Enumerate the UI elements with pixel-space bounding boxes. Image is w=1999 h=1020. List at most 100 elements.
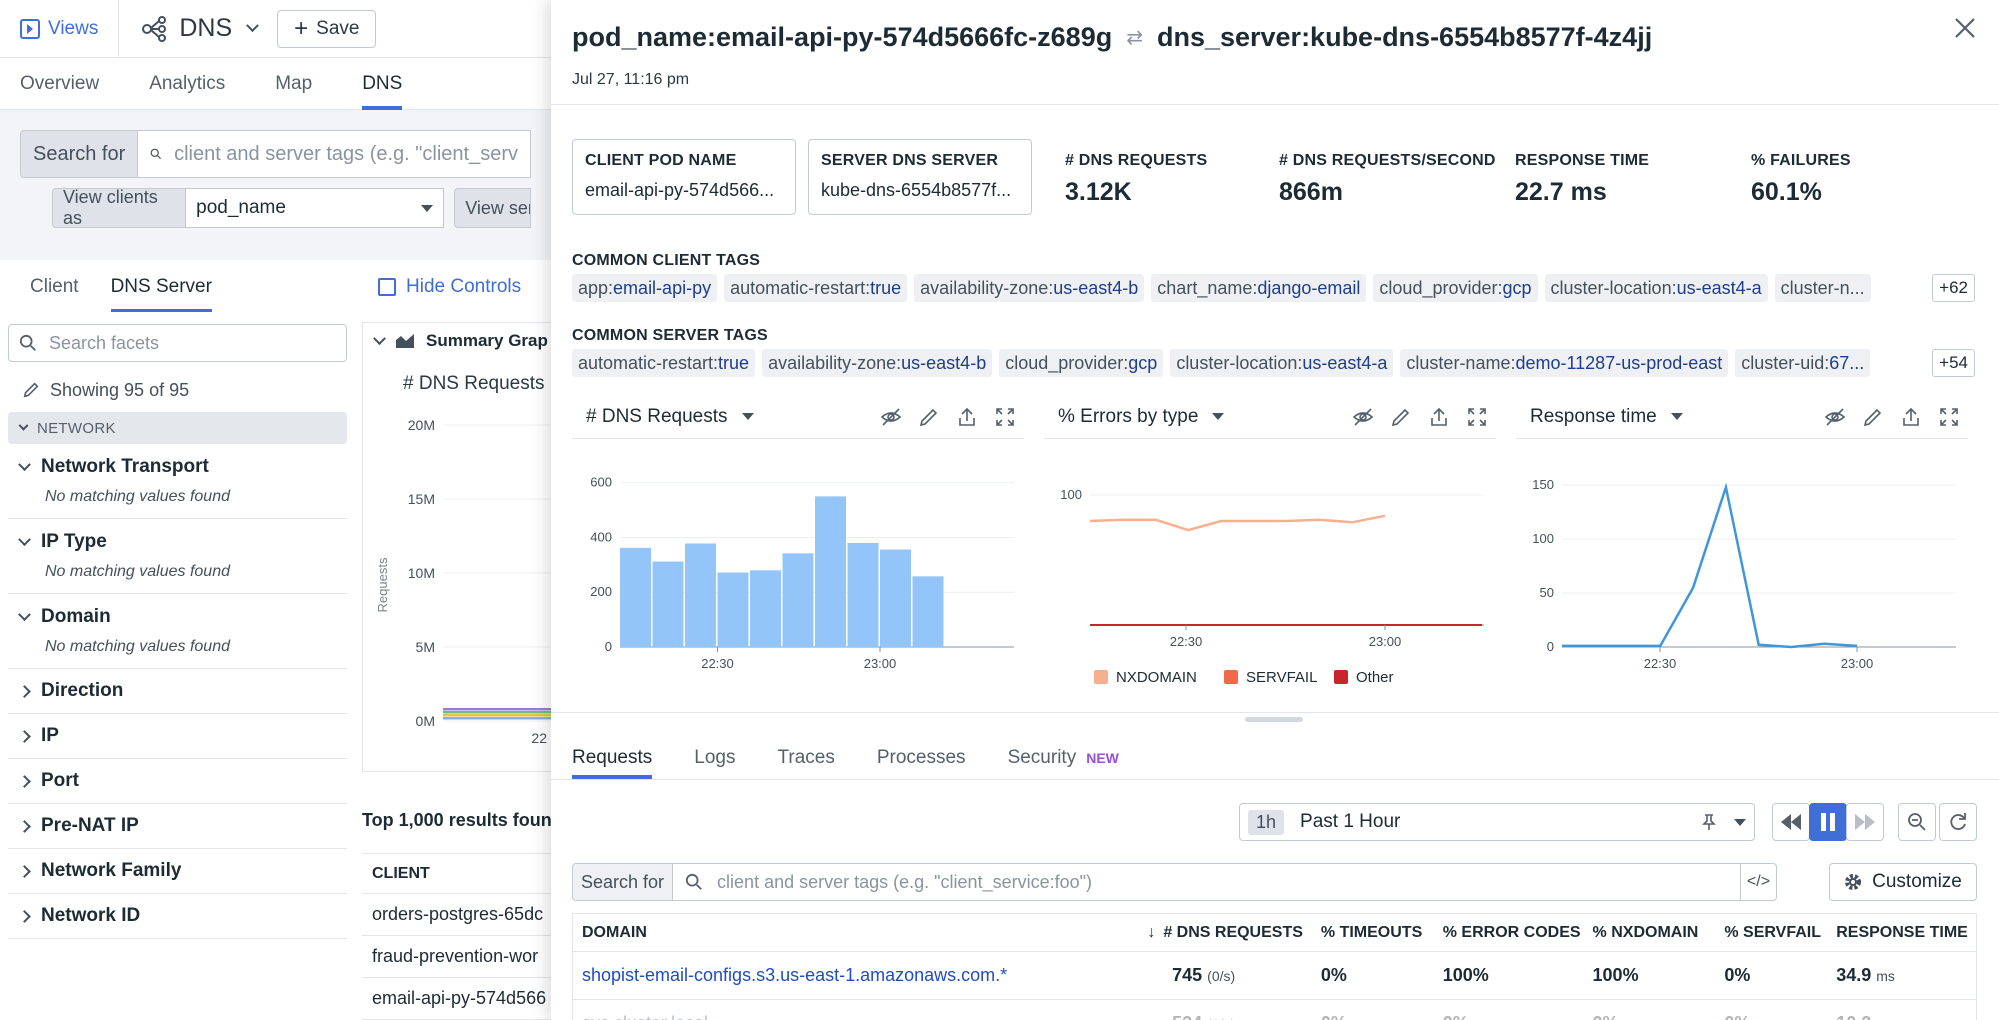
tag-chip[interactable]: availability-zone: us-east4-b: [762, 349, 993, 377]
export-icon[interactable]: [956, 406, 978, 428]
pin-icon[interactable]: [1700, 813, 1718, 831]
time-range-picker[interactable]: 1h Past 1 Hour: [1239, 803, 1755, 841]
chart-title-dropdown[interactable]: % Errors by type: [1058, 406, 1225, 428]
facet-group[interactable]: Network ID: [8, 894, 347, 939]
tag-chip[interactable]: automatic-restart: true: [572, 349, 756, 377]
tag-chip[interactable]: cluster-location: us-east4-a: [1544, 274, 1768, 302]
tab-map[interactable]: Map: [275, 58, 312, 110]
refresh-button[interactable]: [1939, 803, 1977, 841]
pencil-icon[interactable]: [22, 381, 40, 399]
caret-down-icon[interactable]: [1734, 818, 1746, 826]
code-view-icon[interactable]: </>: [1741, 863, 1777, 901]
tag-chip[interactable]: cluster-uid: 67...: [1735, 349, 1871, 377]
tab-client[interactable]: Client: [30, 262, 79, 312]
column-header[interactable]: DOMAIN: [573, 924, 1132, 942]
close-icon[interactable]: [1951, 14, 1979, 42]
bar[interactable]: [847, 542, 879, 647]
pause-button[interactable]: [1809, 803, 1847, 841]
chart-title-dropdown[interactable]: Response time: [1530, 406, 1683, 428]
facet-group[interactable]: Port: [8, 759, 347, 804]
tab-dns[interactable]: DNS: [362, 58, 403, 110]
search-input[interactable]: client and server tags (e.g. "client_ser…: [138, 130, 531, 178]
edit-pencil-icon[interactable]: [918, 406, 940, 428]
client-pod-name-box[interactable]: CLIENT POD NAME email-api-py-574d566...: [572, 139, 796, 215]
facet-header[interactable]: Domain: [18, 606, 335, 628]
client-row[interactable]: orders-postgres-65dc: [362, 894, 551, 936]
bar[interactable]: [685, 543, 716, 647]
tab-processes[interactable]: Processes: [877, 737, 966, 779]
tag-chip[interactable]: app: email-api-py: [572, 274, 718, 302]
save-button[interactable]: + Save: [277, 9, 377, 48]
view-servers-label[interactable]: View ser: [454, 188, 531, 228]
tag-chip[interactable]: chart_name: django-email: [1151, 274, 1367, 302]
column-header[interactable]: % SERVFAIL: [1715, 924, 1827, 942]
tag-chip[interactable]: cluster-location: us-east4-a: [1170, 349, 1394, 377]
table-row[interactable]: shopist-email-configs.s3.us-east-1.amazo…: [573, 952, 1976, 1000]
client-column-header[interactable]: CLIENT: [362, 854, 551, 894]
column-header[interactable]: % NXDOMAIN: [1584, 924, 1716, 942]
bar[interactable]: [815, 496, 846, 647]
fast-forward-button[interactable]: [1846, 803, 1884, 841]
column-header[interactable]: ↓ # DNS REQUESTS: [1132, 924, 1312, 942]
facet-header[interactable]: IP Type: [18, 531, 335, 553]
chart-title-dropdown[interactable]: # DNS Requests: [586, 406, 754, 428]
hide-eye-icon[interactable]: [880, 406, 902, 428]
expand-icon[interactable]: [1938, 406, 1960, 428]
bar[interactable]: [880, 549, 911, 647]
resize-handle[interactable]: [1245, 717, 1303, 722]
bar[interactable]: [717, 572, 749, 647]
client-row[interactable]: email-api-py-574d566: [362, 978, 551, 1020]
hide-eye-icon[interactable]: [1824, 406, 1846, 428]
bar[interactable]: [912, 576, 944, 647]
edit-pencil-icon[interactable]: [1862, 406, 1884, 428]
tab-analytics[interactable]: Analytics: [149, 58, 225, 110]
domain-link[interactable]: shopist-email-configs.s3.us-east-1.amazo…: [573, 965, 1132, 986]
tag-chip[interactable]: cloud_provider: gcp: [1373, 274, 1538, 302]
facet-group[interactable]: Pre-NAT IP: [8, 804, 347, 849]
bar[interactable]: [620, 547, 651, 647]
server-dns-server-box[interactable]: SERVER DNS SERVER kube-dns-6554b8577f...: [808, 139, 1032, 215]
tag-chip[interactable]: cluster-n...: [1774, 274, 1871, 302]
bar[interactable]: [782, 553, 814, 647]
tag-chip[interactable]: automatic-restart: true: [724, 274, 908, 302]
bar[interactable]: [750, 570, 781, 647]
tag-chip[interactable]: cluster-name: demo-11287-us-prod-east: [1400, 349, 1729, 377]
series-line[interactable]: [1089, 514, 1386, 532]
client-row[interactable]: fraud-prevention-wor: [362, 936, 551, 978]
bar[interactable]: [652, 561, 684, 647]
expand-icon[interactable]: [994, 406, 1016, 428]
more-tags-button[interactable]: +54: [1932, 349, 1975, 377]
tab-traces[interactable]: Traces: [777, 737, 834, 779]
expand-icon[interactable]: [1466, 406, 1488, 428]
facet-search-input[interactable]: Search facets: [8, 324, 347, 362]
view-clients-select[interactable]: pod_name: [186, 188, 445, 228]
tab-logs[interactable]: Logs: [694, 737, 735, 779]
tab-overview[interactable]: Overview: [20, 58, 99, 110]
export-icon[interactable]: [1900, 406, 1922, 428]
tab-requests[interactable]: Requests: [572, 737, 653, 779]
tab-security[interactable]: Security NEW: [1008, 737, 1119, 779]
hide-eye-icon[interactable]: [1352, 406, 1374, 428]
zoom-out-button[interactable]: [1898, 803, 1936, 841]
network-section-header[interactable]: NETWORK: [8, 412, 347, 444]
edit-pencil-icon[interactable]: [1390, 406, 1412, 428]
views-button[interactable]: Views: [0, 0, 120, 58]
facet-header[interactable]: Network Transport: [18, 456, 335, 478]
export-icon[interactable]: [1428, 406, 1450, 428]
facet-group[interactable]: Direction: [8, 669, 347, 714]
table-row[interactable]: svc.cluster.local524(0/s)0%0%0%0%10.2ms: [573, 1000, 1976, 1020]
column-header[interactable]: RESPONSE TIME: [1827, 924, 1976, 942]
rewind-button[interactable]: [1772, 803, 1810, 841]
domain-link[interactable]: svc.cluster.local: [573, 1013, 1132, 1020]
dns-view-selector[interactable]: DNS: [119, 14, 277, 44]
tag-chip[interactable]: availability-zone: us-east4-b: [914, 274, 1145, 302]
response-time-line[interactable]: [1562, 482, 1858, 649]
tag-chip[interactable]: cloud_provider: gcp: [999, 349, 1164, 377]
facet-group[interactable]: IP: [8, 714, 347, 759]
requests-search-input[interactable]: client and server tags (e.g. "client_ser…: [673, 863, 1741, 901]
customize-button[interactable]: Customize: [1829, 863, 1977, 901]
facet-group[interactable]: Network Family: [8, 849, 347, 894]
column-header[interactable]: % ERROR CODES: [1434, 924, 1584, 942]
hide-controls-button[interactable]: Hide Controls: [362, 262, 551, 312]
tab-dns-server[interactable]: DNS Server: [110, 262, 213, 312]
